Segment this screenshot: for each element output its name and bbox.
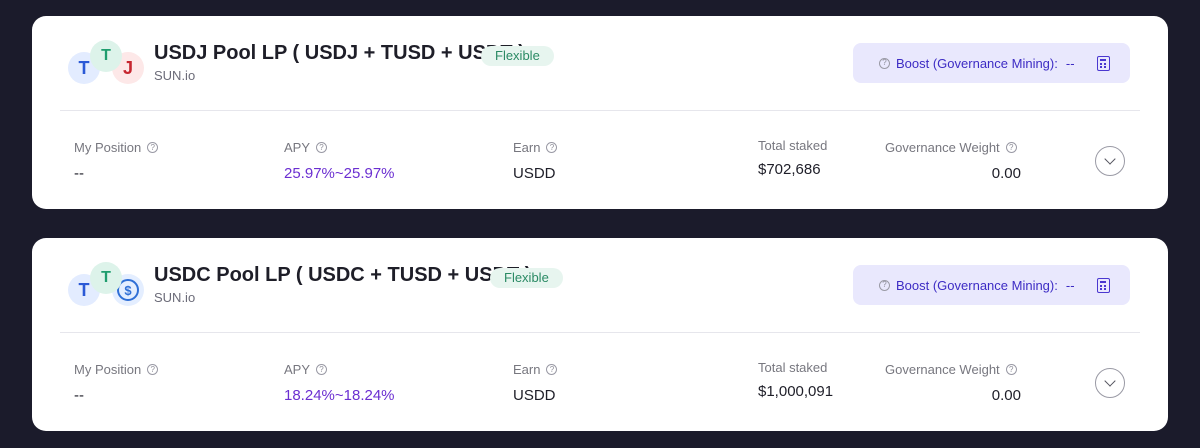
help-icon[interactable]: ? [879,57,890,69]
stat-value: 0.00 [991,387,1021,404]
apy-value: 25.97%~25.97% [284,165,395,182]
stat-label: Total staked [758,138,828,153]
pool-subtitle: SUN.io [154,68,196,83]
stat-label: Earn [513,362,541,377]
usdt-icon: T [90,40,122,72]
divider [60,332,1140,333]
earn-stat: Earn? USDD [513,140,558,182]
pool-header: T T $ USDC Pool LP ( USDC + TUSD + USDT … [32,238,1168,332]
stat-value: 0.00 [991,165,1021,182]
earn-stat: Earn? USDD [513,362,558,404]
help-icon[interactable]: ? [1005,142,1017,153]
pool-card-usdc: T T $ USDC Pool LP ( USDC + TUSD + USDT … [32,238,1168,431]
total-staked-stat: Total staked $1,000,091 [758,360,833,400]
total-staked-stat: Total staked $702,686 [758,138,827,178]
token-icons: T T J [68,40,148,90]
pool-title: USDJ Pool LP ( USDJ + TUSD + USDT ) [154,42,525,64]
stat-label: APY [284,140,311,155]
boost-label: Boost (Governance Mining): [896,277,1058,293]
boost-value: -- [1065,55,1075,71]
stat-label: Earn [513,140,541,155]
stat-value: USDD [513,165,556,182]
my-position-stat: My Position? -- [74,140,159,182]
help-icon[interactable]: ? [546,142,558,153]
stat-value: -- [74,387,84,404]
flexible-badge: Flexible [490,268,563,288]
expand-chevron-button[interactable] [1095,368,1125,398]
stat-label: APY [284,362,311,377]
apy-stat: APY? 18.24%~18.24% [284,362,395,404]
governance-weight-stat: Governance Weight? 0.00 [885,140,1021,182]
boost-button[interactable]: ? Boost (Governance Mining): -- [853,265,1130,305]
usdt-icon: T [90,262,122,294]
boost-button[interactable]: ? Boost (Governance Mining): -- [853,43,1130,83]
token-icons: T T $ [68,262,148,312]
my-position-stat: My Position? -- [74,362,159,404]
help-icon[interactable]: ? [147,142,159,153]
stat-label: Governance Weight [885,140,1000,155]
boost-label: Boost (Governance Mining): [896,55,1058,71]
stat-value: $1,000,091 [758,383,834,400]
calculator-icon[interactable] [1097,278,1110,293]
help-icon[interactable]: ? [316,364,328,375]
help-icon[interactable]: ? [316,142,328,153]
pool-title: USDC Pool LP ( USDC + TUSD + USDT ) [154,264,532,286]
apy-value: 18.24%~18.24% [284,387,395,404]
pool-card-usdj: T T J USDJ Pool LP ( USDJ + TUSD + USDT … [32,16,1168,209]
stat-label: Total staked [758,360,828,375]
help-icon[interactable]: ? [147,364,159,375]
pool-header: T T J USDJ Pool LP ( USDJ + TUSD + USDT … [32,16,1168,110]
divider [60,110,1140,111]
expand-chevron-button[interactable] [1095,146,1125,176]
stat-label: Governance Weight [885,362,1000,377]
help-icon[interactable]: ? [546,364,558,375]
help-icon[interactable]: ? [879,279,890,291]
stat-label: My Position [74,140,142,155]
stat-label: My Position [74,362,142,377]
pool-subtitle: SUN.io [154,290,196,305]
help-icon[interactable]: ? [1005,364,1017,375]
apy-stat: APY? 25.97%~25.97% [284,140,395,182]
boost-value: -- [1065,277,1075,293]
stat-value: USDD [513,387,556,404]
flexible-badge: Flexible [481,46,554,66]
stat-value: $702,686 [758,161,821,178]
stat-value: -- [74,165,84,182]
calculator-icon[interactable] [1097,56,1110,71]
governance-weight-stat: Governance Weight? 0.00 [885,362,1021,404]
